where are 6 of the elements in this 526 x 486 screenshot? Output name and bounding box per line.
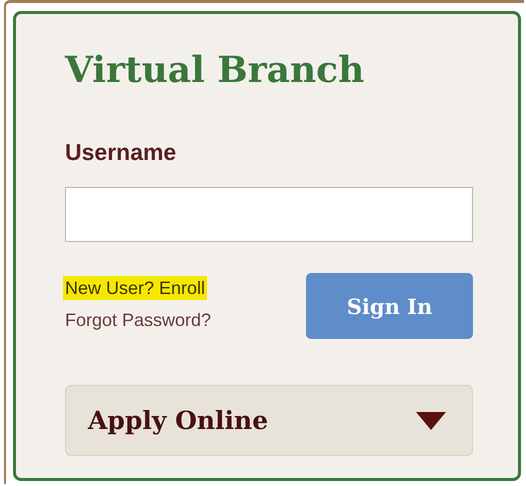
apply-online-dropdown[interactable]: Apply Online [65,385,473,456]
username-label: Username [65,138,176,166]
username-field[interactable] [65,187,473,242]
text-link[interactable]: New User? Enroll [63,276,208,300]
text-link[interactable]: Forgot Password? [63,308,214,332]
card-title: Virtual Branch [65,48,366,92]
